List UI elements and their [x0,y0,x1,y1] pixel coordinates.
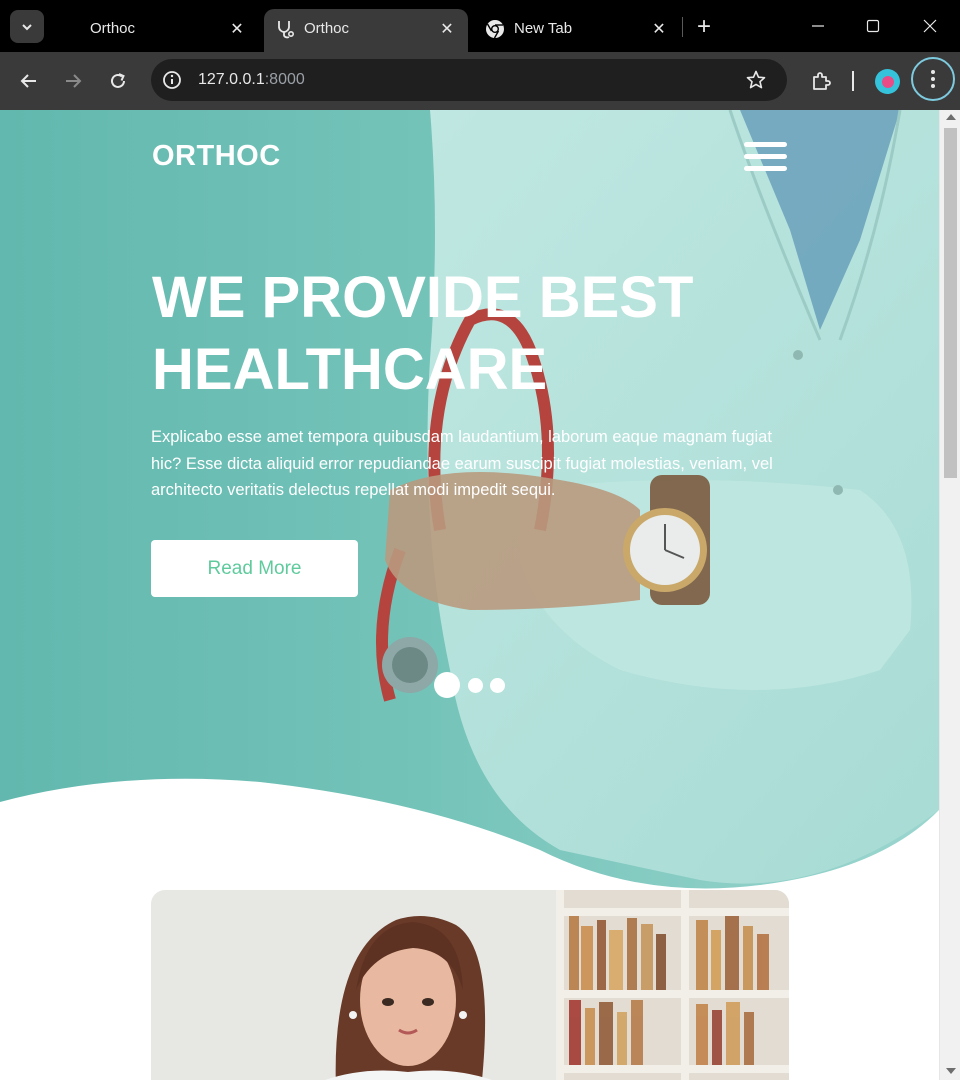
address-bar[interactable]: 127.0.0.1:8000 [151,59,787,101]
menu-button[interactable] [911,57,955,101]
extensions-button[interactable] [806,66,836,96]
close-window-button[interactable] [915,12,945,40]
tab-close-icon[interactable]: ✕ [648,18,670,40]
doctor-photo [151,890,789,1080]
read-more-button[interactable]: Read More [151,540,358,597]
hero-title: WE PROVIDE BEST HEALTHCARE [152,265,694,402]
tab-title: Orthoc [304,20,350,37]
url-port: :8000 [264,71,305,88]
new-tab-button[interactable]: + [692,15,716,39]
info-icon[interactable] [161,69,183,91]
arrow-right-icon [66,74,82,88]
tab-title: Orthoc [90,20,136,37]
url-text: 127.0.0.1:8000 [198,71,305,89]
page-viewport: ORTHOC WE PROVIDE BEST HEALTHCARE Explic… [0,110,960,1080]
tab-title: New Tab [514,20,573,37]
chevron-down-icon [22,23,32,30]
more-vertical-icon [931,70,935,88]
puzzle-icon [813,72,831,90]
hamburger-menu-icon[interactable] [744,142,788,174]
hero-section: ORTHOC WE PROVIDE BEST HEALTHCARE Explic… [0,110,939,890]
carousel-dot[interactable] [490,678,505,693]
carousel-dot[interactable] [468,678,483,693]
stethoscope-icon [278,21,295,39]
chrome-icon [486,20,504,39]
tab-search-button[interactable] [10,10,44,43]
scroll-down-arrow-icon[interactable] [946,1068,956,1074]
minimize-icon [812,25,824,27]
tab-close-icon[interactable]: ✕ [436,18,458,40]
reload-icon [111,73,125,88]
maximize-button[interactable] [858,12,888,40]
carousel-dot-active[interactable] [434,672,460,698]
back-button[interactable] [14,66,44,96]
scrollbar-thumb[interactable] [944,128,957,478]
forward-button[interactable] [58,66,88,96]
toolbar-divider [852,71,854,91]
tab-orthoc-1[interactable]: Orthoc ✕ [54,9,264,52]
close-icon [923,19,937,33]
minimize-button[interactable] [803,12,833,40]
browser-toolbar: 127.0.0.1:8000 [0,52,960,110]
tab-strip: Orthoc ✕ Orthoc ✕ New Tab ✕ + [0,0,960,52]
tab-close-icon[interactable]: ✕ [226,18,248,40]
profile-avatar[interactable] [875,69,900,94]
maximize-icon [866,19,880,33]
arrow-left-icon [20,74,36,88]
scroll-up-arrow-icon[interactable] [946,114,956,120]
reload-button[interactable] [103,66,133,96]
hero-text: Explicabo esse amet tempora quibusdam la… [151,428,773,499]
tab-divider [682,17,683,37]
tab-orthoc-active[interactable]: Orthoc ✕ [264,9,468,52]
url-host: 127.0.0.1 [198,71,265,88]
vertical-scrollbar[interactable] [939,110,960,1080]
doctor-image [151,890,789,1080]
star-icon[interactable] [745,69,767,91]
tab-new-tab[interactable]: New Tab ✕ [474,9,684,52]
site-logo[interactable]: ORTHOC [152,140,281,173]
